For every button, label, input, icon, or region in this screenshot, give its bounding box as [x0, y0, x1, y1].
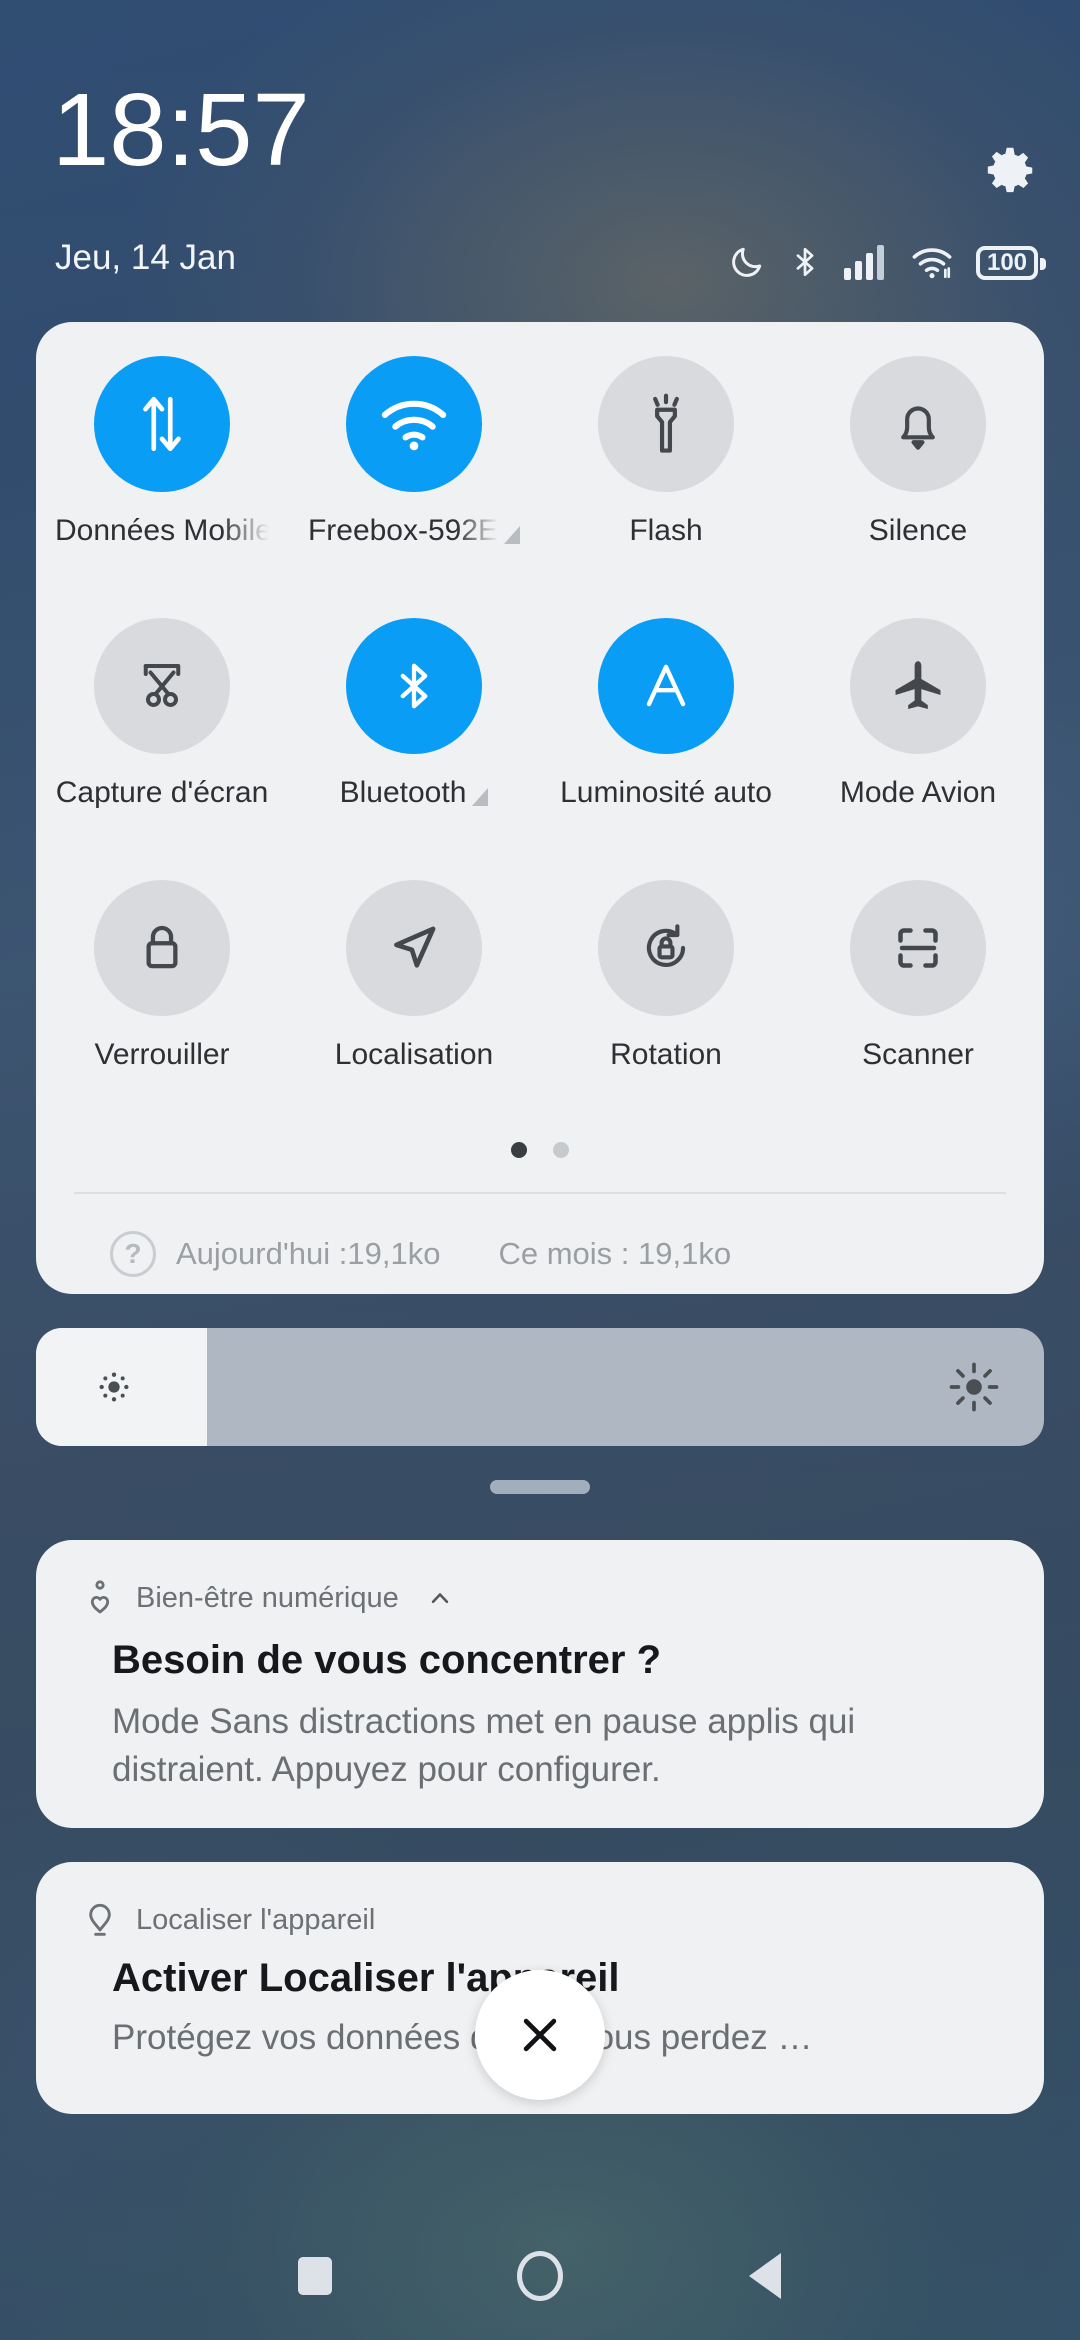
panel-drag-handle[interactable] [490, 1480, 590, 1494]
location-arrow-icon [346, 880, 482, 1016]
data-usage-row[interactable]: ? Aujourd'hui :19,1ko Ce mois : 19,1ko [110, 1224, 1010, 1284]
quick-settings-grid: Données Mobile Freebox-592E Flash Silenc… [36, 356, 1044, 1142]
data-usage-month: Ce mois : 19,1ko [498, 1236, 732, 1271]
qs-tile-label: Silence [868, 514, 968, 547]
qs-tile-label-row: Capture d'écran [36, 776, 288, 810]
auto-brightness-icon [598, 618, 734, 754]
settings-gear-button[interactable] [978, 140, 1040, 202]
qs-tile-label: Rotation [610, 1038, 722, 1071]
qs-divider [74, 1192, 1006, 1194]
qs-tile-location[interactable]: Localisation [288, 880, 540, 1142]
flashlight-icon [598, 356, 734, 492]
notification-body: Mode Sans distractions met en pause appl… [112, 1702, 856, 1789]
back-button[interactable] [739, 2250, 791, 2302]
qs-tile-label-row: Scanner [792, 1038, 1044, 1072]
page-dot-1[interactable] [511, 1142, 527, 1158]
qs-tile-label: Bluetooth [339, 776, 467, 809]
scanner-frame-icon [850, 880, 986, 1016]
qs-tile-label-row: Bluetooth [288, 776, 540, 810]
qs-tile-label-row: Localisation [288, 1038, 540, 1072]
close-x-icon [514, 2009, 566, 2061]
qs-tile-scanner[interactable]: Scanner [792, 880, 1044, 1142]
back-triangle-icon [749, 2253, 781, 2299]
screenshot-icon [94, 618, 230, 754]
data-usage-today: Aujourd'hui :19,1ko [176, 1236, 441, 1271]
status-header: 18:57 Jeu, 14 Jan 100 [0, 0, 1080, 310]
lock-icon [94, 880, 230, 1016]
qs-tile-label: Luminosité auto [560, 776, 772, 809]
quick-settings-panel: Données Mobile Freebox-592E Flash Silenc… [36, 322, 1044, 1294]
wifi-icon [346, 356, 482, 492]
qs-tile-label-row: Mode Avion [792, 776, 1044, 810]
notification-header: Bien-être numérique [80, 1578, 455, 1618]
home-button[interactable] [514, 2250, 566, 2302]
do-not-disturb-moon-icon [728, 243, 766, 286]
qs-tile-wifi[interactable]: Freebox-592E [288, 356, 540, 618]
page-dot-2[interactable] [553, 1142, 569, 1158]
qs-tile-flashlight[interactable]: Flash [540, 356, 792, 618]
brightness-high-icon [948, 1361, 1000, 1413]
brightness-slider[interactable] [36, 1328, 1044, 1446]
qs-tile-airplane-mode[interactable]: Mode Avion [792, 618, 1044, 880]
bluetooth-icon [788, 243, 822, 286]
battery-level-label: 100 [986, 248, 1028, 276]
status-icon-tray: 100 [728, 243, 1046, 286]
digital-wellbeing-icon [80, 1578, 120, 1618]
qs-tile-label: Mode Avion [839, 776, 997, 809]
date-label: Jeu, 14 Jan [55, 238, 236, 277]
qs-tile-lock[interactable]: Verrouiller [36, 880, 288, 1142]
notification-title: Besoin de vous concentrer ? [112, 1638, 662, 1682]
qs-tile-screenshot[interactable]: Capture d'écran [36, 618, 288, 880]
qs-page-indicator[interactable] [36, 1142, 1044, 1158]
recents-square-icon [298, 2257, 332, 2295]
rotation-lock-icon [598, 880, 734, 1016]
qs-tile-label: Verrouiller [94, 1038, 230, 1071]
system-navigation-bar [0, 2208, 1080, 2340]
mobile-data-icon [94, 356, 230, 492]
qs-tile-label-row: Verrouiller [36, 1038, 288, 1072]
qs-tile-label-row: Flash [540, 514, 792, 548]
location-pin-icon [80, 1900, 120, 1940]
cellular-signal-icon [844, 244, 888, 285]
battery-icon: 100 [976, 245, 1046, 284]
notification-app-name: Bien-être numérique [136, 1581, 399, 1614]
notification-app-name: Localiser l'appareil [136, 1903, 376, 1936]
bluetooth-icon [346, 618, 482, 754]
qs-tile-bluetooth[interactable]: Bluetooth [288, 618, 540, 880]
clock: 18:57 [52, 72, 310, 187]
qs-tile-label: Données Mobile [55, 514, 269, 547]
qs-tile-label-row: Données Mobile [36, 514, 288, 548]
home-circle-icon [517, 2251, 563, 2301]
airplane-icon [850, 618, 986, 754]
gear-icon [978, 140, 1040, 202]
qs-tile-label-row: Rotation [540, 1038, 792, 1072]
qs-tile-label: Capture d'écran [55, 776, 269, 809]
qs-tile-label-row: Luminosité auto [540, 776, 792, 810]
help-icon[interactable]: ? [110, 1231, 156, 1277]
wifi-icon [910, 244, 954, 285]
qs-tile-mobile-data[interactable]: Données Mobile [36, 356, 288, 618]
bell-icon [850, 356, 986, 492]
notification-card[interactable]: Bien-être numérique Besoin de vous conce… [36, 1540, 1044, 1828]
qs-tile-label-row: Freebox-592E [288, 514, 540, 548]
qs-tile-rotation-lock[interactable]: Rotation [540, 880, 792, 1142]
qs-tile-label: Flash [629, 514, 703, 547]
brightness-low-icon [94, 1367, 134, 1407]
qs-tile-label-row: Silence [792, 514, 1044, 548]
recents-button[interactable] [289, 2250, 341, 2302]
qs-tile-label: Localisation [334, 1038, 494, 1071]
qs-tile-label: Freebox-592E [307, 514, 499, 547]
qs-tile-silent[interactable]: Silence [792, 356, 1044, 618]
chevron-up-icon[interactable] [425, 1583, 455, 1613]
qs-tile-auto-brightness[interactable]: Luminosité auto [540, 618, 792, 880]
tile-detail-triangle-icon[interactable] [472, 788, 489, 806]
qs-tile-label: Scanner [862, 1038, 974, 1071]
clear-all-notifications-button[interactable] [475, 1970, 605, 2100]
tile-detail-triangle-icon[interactable] [504, 526, 521, 544]
notification-header: Localiser l'appareil [80, 1900, 375, 1940]
